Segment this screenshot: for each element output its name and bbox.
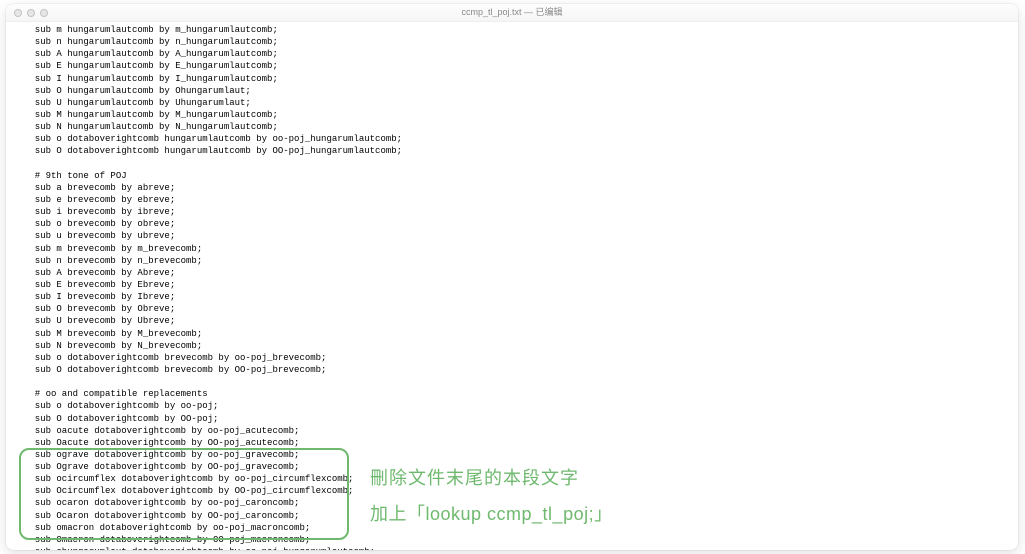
code-line: sub oacute dotaboverightcomb by oo-poj_a… (24, 425, 1018, 437)
code-line: sub e brevecomb by ebreve; (24, 194, 1018, 206)
code-line: sub o brevecomb by obreve; (24, 218, 1018, 230)
annotation-line-2: 加上「lookup ccmp_tl_poj;」 (370, 496, 613, 532)
code-line: sub O dotaboverightcomb brevecomb by OO-… (24, 364, 1018, 376)
titlebar: ccmp_tl_poj.txt — 已编辑 (6, 4, 1018, 22)
code-line: sub O dotaboverightcomb hungarumlautcomb… (24, 145, 1018, 157)
code-line: sub Omacron dotaboverightcomb by OO-poj_… (24, 534, 1018, 546)
code-line: sub m hungarumlautcomb by m_hungarumlaut… (24, 24, 1018, 36)
code-line: sub ohungarumlaut dotaboverightcomb by o… (24, 546, 1018, 550)
window-title: ccmp_tl_poj.txt — 已编辑 (6, 6, 1018, 18)
code-line: sub o dotaboverightcomb by oo-poj; (24, 400, 1018, 412)
annotation-line-1: 刪除文件末尾的本段文字 (370, 460, 613, 496)
code-line (24, 376, 1018, 388)
code-line: sub n hungarumlautcomb by n_hungarumlaut… (24, 36, 1018, 48)
code-line: sub M hungarumlautcomb by M_hungarumlaut… (24, 109, 1018, 121)
code-line: sub I hungarumlautcomb by I_hungarumlaut… (24, 73, 1018, 85)
code-line: sub O hungarumlautcomb by Ohungarumlaut; (24, 85, 1018, 97)
code-line: sub m brevecomb by m_brevecomb; (24, 243, 1018, 255)
code-line: sub Oacute dotaboverightcomb by OO-poj_a… (24, 437, 1018, 449)
code-line: sub N hungarumlautcomb by N_hungarumlaut… (24, 121, 1018, 133)
code-line: sub M brevecomb by M_brevecomb; (24, 328, 1018, 340)
code-line: sub i brevecomb by ibreve; (24, 206, 1018, 218)
annotation-overlay: 刪除文件末尾的本段文字 加上「lookup ccmp_tl_poj;」 (370, 460, 613, 532)
code-line: sub A hungarumlautcomb by A_hungarumlaut… (24, 48, 1018, 60)
code-line: sub N brevecomb by N_brevecomb; (24, 340, 1018, 352)
code-line: sub I brevecomb by Ibreve; (24, 291, 1018, 303)
code-line: # oo and compatible replacements (24, 388, 1018, 400)
code-line: sub O brevecomb by Obreve; (24, 303, 1018, 315)
code-line: sub o dotaboverightcomb hungarumlautcomb… (24, 133, 1018, 145)
code-line: sub u brevecomb by ubreve; (24, 230, 1018, 242)
code-line: sub E brevecomb by Ebreve; (24, 279, 1018, 291)
code-line: sub o dotaboverightcomb brevecomb by oo-… (24, 352, 1018, 364)
code-line: sub n brevecomb by n_brevecomb; (24, 255, 1018, 267)
code-line: sub E hungarumlautcomb by E_hungarumlaut… (24, 60, 1018, 72)
code-line: sub U brevecomb by Ubreve; (24, 315, 1018, 327)
code-line: sub U hungarumlautcomb by Uhungarumlaut; (24, 97, 1018, 109)
code-line: # 9th tone of POJ (24, 170, 1018, 182)
code-line (24, 158, 1018, 170)
code-line: sub a brevecomb by abreve; (24, 182, 1018, 194)
code-line: sub O dotaboverightcomb by OO-poj; (24, 413, 1018, 425)
code-line: sub A brevecomb by Abreve; (24, 267, 1018, 279)
